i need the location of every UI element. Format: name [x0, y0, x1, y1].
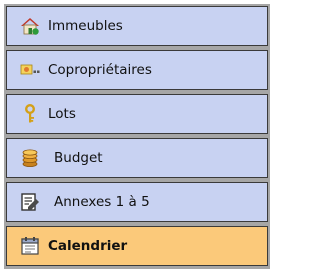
sidebar-item-label: Annexes 1 à 5 [54, 194, 150, 210]
owners-card-icon [20, 60, 40, 80]
sidebar-item-label: Lots [48, 106, 76, 122]
sidebar-nav: Immeubles Copropriétaires Lots Budget An… [4, 4, 270, 269]
sidebar-item-budget[interactable]: Budget [6, 138, 268, 178]
sidebar-item-lots[interactable]: Lots [6, 94, 268, 134]
sidebar-item-label: Calendrier [48, 238, 128, 254]
document-pencil-icon [20, 192, 40, 212]
coins-icon [20, 148, 40, 168]
house-icon [20, 16, 40, 36]
sidebar-item-label: Copropriétaires [48, 62, 152, 78]
sidebar-item-calendrier[interactable]: Calendrier [6, 226, 268, 266]
sidebar-item-label: Budget [54, 150, 103, 166]
sidebar-item-label: Immeubles [48, 18, 123, 34]
sidebar-item-immeubles[interactable]: Immeubles [6, 6, 268, 46]
sidebar-item-annexes[interactable]: Annexes 1 à 5 [6, 182, 268, 222]
sidebar-item-coproprietaires[interactable]: Copropriétaires [6, 50, 268, 90]
key-icon [20, 104, 40, 124]
calendar-icon [20, 236, 40, 256]
